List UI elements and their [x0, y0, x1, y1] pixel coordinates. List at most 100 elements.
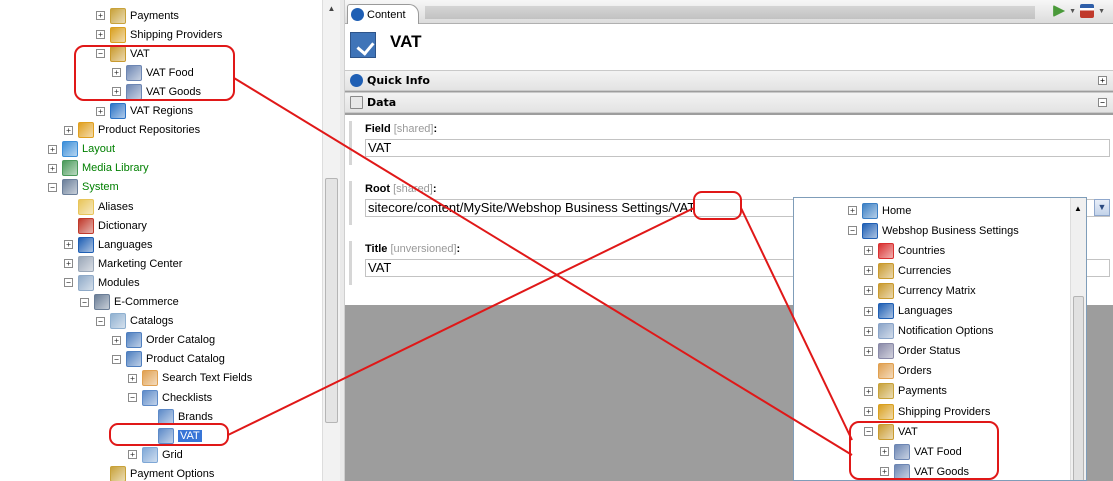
tree-item-node[interactable]: + Layout — [48, 140, 115, 159]
droptree-item-node[interactable]: + Notification Options — [864, 322, 993, 341]
tree-item-node[interactable]: VAT — [144, 426, 202, 445]
tree-item-label: Grid — [162, 448, 183, 461]
expand-icon[interactable]: + — [48, 163, 57, 173]
section-data[interactable]: Data − — [345, 92, 1113, 113]
tree-scrollbar[interactable]: ▲ — [322, 0, 340, 481]
expand-icon[interactable]: + — [864, 286, 873, 296]
tree-item-node[interactable]: Brands — [144, 407, 213, 426]
tree-item-node[interactable]: + Marketing Center — [64, 254, 182, 273]
shipping-icon — [110, 26, 126, 43]
box-icon — [78, 122, 94, 139]
collapse-icon[interactable]: − — [848, 226, 857, 236]
root-qualifier: [shared] — [393, 183, 433, 195]
tree-item-node[interactable]: + Media Library — [48, 159, 149, 178]
tree-item-node[interactable]: + VAT Regions — [96, 102, 193, 121]
collapse-icon[interactable]: − — [96, 49, 105, 59]
expand-icon[interactable]: + — [864, 246, 873, 256]
collapse-icon[interactable]: − — [864, 427, 873, 437]
droptree-item-node[interactable]: + Payments — [864, 382, 947, 401]
tree-item-node[interactable]: − System — [48, 178, 119, 197]
droptree-scrollbar-thumb[interactable] — [1073, 296, 1084, 480]
tree-item-node[interactable]: − Checklists — [128, 388, 212, 407]
tree-item-node[interactable]: + VAT Goods — [112, 82, 201, 101]
droptree-item-node[interactable]: + Countries — [864, 241, 945, 260]
expand-icon[interactable]: + — [112, 87, 121, 97]
expand-icon[interactable]: + — [864, 346, 873, 356]
tab-content[interactable]: Content — [347, 4, 419, 24]
languages-icon — [878, 303, 894, 319]
tree-item-node[interactable]: + Product Repositories — [64, 121, 200, 140]
tree-item-node[interactable]: + VAT Food — [112, 63, 194, 82]
droptree-item-node[interactable]: + Shipping Providers — [864, 402, 990, 421]
collapse-icon[interactable]: − — [96, 316, 105, 326]
expand-icon[interactable]: + — [96, 106, 105, 116]
navigate-dropdown-icon[interactable]: ▼ — [1069, 8, 1076, 15]
tree-item-node[interactable]: + Payments — [96, 6, 179, 25]
tree-item-label: Order Catalog — [146, 334, 216, 347]
field-input[interactable]: VAT — [365, 139, 1110, 157]
collapse-icon[interactable]: − — [80, 297, 89, 307]
droptree-item-node[interactable]: + Home — [848, 201, 911, 220]
tree-item-node[interactable]: Dictionary — [64, 216, 147, 235]
expand-icon[interactable]: + — [864, 326, 873, 336]
collapse-icon[interactable]: − — [128, 393, 137, 402]
expand-icon[interactable]: + — [96, 11, 105, 20]
droptree-dropdown[interactable]: + Home − Webshop Business Settings + Countrie… — [793, 197, 1087, 481]
tree-item-label: E-Commerce — [114, 296, 179, 308]
droptree-scrollbar[interactable]: ▲ — [1070, 198, 1086, 480]
expand-icon[interactable]: + — [864, 266, 873, 276]
droptree-item-node[interactable]: + Languages — [864, 302, 952, 321]
droptree-item-node[interactable]: + VAT Food — [880, 442, 962, 461]
tree-item-node[interactable]: + Shipping Providers — [96, 25, 222, 44]
expand-icon[interactable]: + — [128, 373, 137, 383]
scroll-up-arrow-icon[interactable]: ▲ — [323, 0, 340, 17]
expand-icon[interactable]: + — [880, 467, 889, 477]
droptree-item-node[interactable]: + Currencies — [864, 261, 951, 280]
tree-scrollbar-thumb[interactable] — [325, 178, 338, 423]
section-quick-info[interactable]: Quick Info + — [345, 70, 1113, 91]
scroll-up-arrow-icon[interactable]: ▲ — [1074, 204, 1082, 213]
tree-item-label: Shipping Providers — [130, 28, 223, 41]
droptree-item-node[interactable]: + Order Status — [864, 342, 960, 361]
expand-icon[interactable]: + — [64, 125, 73, 135]
droptree-item-node[interactable]: + VAT Goods — [880, 462, 969, 480]
options-menu-icon[interactable] — [1080, 4, 1095, 18]
expand-icon[interactable]: + — [864, 386, 873, 396]
droptree-item-node[interactable]: Orders — [864, 362, 932, 381]
droptree-item-node[interactable]: − Webshop Business Settings — [848, 221, 1019, 240]
tree-item-node[interactable]: − Product Catalog — [112, 350, 225, 369]
expand-icon[interactable]: + — [128, 450, 137, 460]
expand-icon[interactable]: + — [96, 30, 105, 40]
expand-icon[interactable]: + — [848, 206, 857, 215]
expand-icon[interactable]: + — [64, 240, 73, 250]
tree-item-node[interactable]: − Catalogs — [96, 312, 173, 331]
expand-icon[interactable]: + — [880, 447, 889, 457]
tree-item-node[interactable]: + Grid — [128, 445, 183, 464]
tree-item-label: VAT Food — [146, 66, 194, 79]
collapse-icon[interactable]: − — [112, 354, 121, 364]
expand-toggle-icon[interactable]: + — [1098, 76, 1107, 85]
expand-icon[interactable]: + — [64, 259, 73, 269]
tree-item-node[interactable]: + Search Text Fields — [128, 369, 252, 388]
expand-icon[interactable]: + — [864, 306, 873, 316]
expand-icon[interactable]: + — [864, 407, 873, 416]
tree-item-node[interactable]: + Languages — [64, 235, 152, 254]
expand-icon[interactable]: + — [112, 68, 121, 78]
tree-item-node[interactable]: Payment Options — [96, 464, 214, 481]
navigate-icon[interactable] — [1053, 5, 1066, 17]
expand-icon[interactable]: + — [112, 335, 121, 345]
tree-item-node[interactable]: − Modules — [64, 273, 140, 292]
collapse-toggle-icon[interactable]: − — [1098, 98, 1107, 107]
droptree-item-node[interactable]: − VAT — [864, 422, 918, 441]
collapse-icon[interactable]: − — [64, 278, 73, 288]
options-dropdown-icon[interactable]: ▼ — [1098, 8, 1105, 15]
expand-icon[interactable]: + — [48, 144, 57, 154]
tree-item-node[interactable]: + Order Catalog — [112, 331, 215, 350]
tree-item-node[interactable]: − VAT — [96, 44, 150, 63]
tree-item-node[interactable]: − E-Commerce — [80, 293, 179, 312]
media-icon — [62, 160, 78, 177]
droptree-toggle-button[interactable]: ▼ — [1094, 199, 1110, 216]
collapse-icon[interactable]: − — [48, 182, 57, 192]
droptree-item-node[interactable]: + Currency Matrix — [864, 281, 976, 300]
tree-item-node[interactable]: Aliases — [64, 197, 133, 216]
